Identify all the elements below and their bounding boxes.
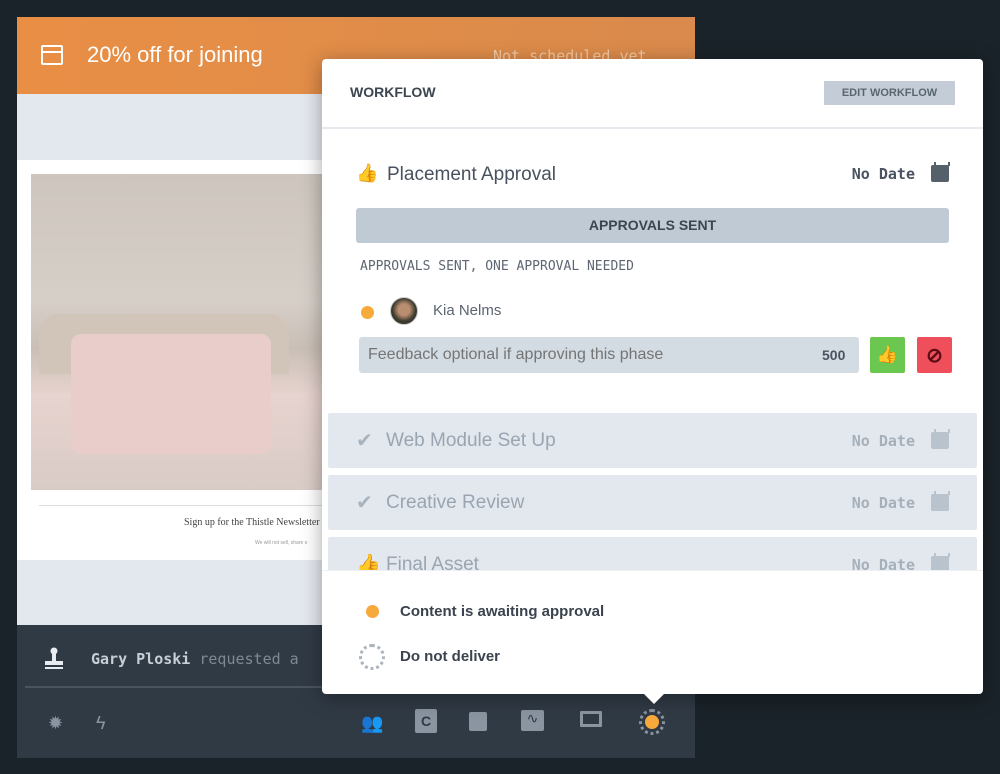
bedroom-photo bbox=[31, 174, 331, 490]
calendar-icon[interactable] bbox=[931, 429, 950, 449]
stage-row[interactable]: ✔ Creative Review No Date bbox=[328, 475, 977, 530]
stage-date: No Date bbox=[851, 556, 915, 570]
approval-status-detail: APPROVALS SENT, ONE APPROVAL NEEDED bbox=[360, 259, 634, 274]
bed bbox=[71, 334, 271, 454]
edit-workflow-button[interactable]: EDIT WORKFLOW bbox=[824, 81, 955, 105]
approvals-sent-bar: APPROVALS SENT bbox=[356, 208, 949, 243]
stamp-icon bbox=[45, 647, 63, 669]
activity-text: Gary Ploski requested a bbox=[91, 650, 299, 668]
calendar-icon[interactable] bbox=[931, 553, 950, 570]
orange-dot-icon bbox=[366, 605, 379, 618]
feedback-input[interactable] bbox=[359, 337, 859, 373]
monitor-icon[interactable] bbox=[580, 711, 602, 727]
char-count: 500 bbox=[822, 347, 846, 363]
calendar-icon[interactable] bbox=[931, 162, 950, 182]
stage-name: Creative Review bbox=[386, 492, 525, 513]
avatar bbox=[390, 297, 418, 325]
stage-name: Final Asset bbox=[386, 554, 479, 570]
stage-date: No Date bbox=[851, 165, 915, 183]
approver-name: Kia Nelms bbox=[433, 302, 502, 319]
thumbs-up-icon: 👍 bbox=[356, 163, 379, 183]
activity-chart-icon[interactable]: ∿ bbox=[521, 710, 544, 731]
block-icon: ⊘ bbox=[926, 344, 943, 367]
calendar-icon[interactable] bbox=[931, 491, 950, 511]
newsletter-text: Sign up for the Thistle Newsletter bbox=[184, 517, 320, 528]
stage-row[interactable]: 👍 Final Asset No Date bbox=[328, 537, 977, 570]
legend-awaiting: Content is awaiting approval bbox=[400, 603, 605, 620]
thumbs-up-icon: 👍 bbox=[876, 345, 899, 364]
note-icon[interactable] bbox=[469, 712, 487, 731]
gear-icon[interactable]: ✹ bbox=[48, 713, 63, 734]
divider bbox=[39, 505, 339, 506]
stage-row[interactable]: ✔ Web Module Set Up No Date bbox=[328, 413, 977, 468]
workflow-status-icon[interactable] bbox=[639, 709, 665, 735]
campaign-title: 20% off for joining bbox=[87, 42, 263, 67]
activity-user: Gary Ploski bbox=[91, 650, 191, 668]
stage-date: No Date bbox=[851, 432, 915, 450]
approve-button[interactable]: 👍 bbox=[870, 337, 905, 373]
thumbs-up-icon: 👍 bbox=[356, 554, 381, 570]
workflow-popover: WORKFLOW EDIT WORKFLOW 👍 Placement Appro… bbox=[322, 59, 983, 704]
pending-status-dot bbox=[361, 306, 374, 319]
check-icon: ✔ bbox=[356, 430, 373, 452]
check-icon: ✔ bbox=[356, 492, 373, 514]
reject-button[interactable]: ⊘ bbox=[917, 337, 952, 373]
status-legend: Content is awaiting approval Do not deli… bbox=[322, 570, 983, 694]
fine-print: We will not sell, share o bbox=[255, 540, 308, 546]
workflow-title: WORKFLOW bbox=[350, 84, 436, 100]
team-icon[interactable]: 👥 bbox=[361, 713, 383, 734]
dotted-ring-icon bbox=[359, 644, 385, 670]
legend-do-not-deliver: Do not deliver bbox=[400, 648, 501, 665]
activity-action: requested a bbox=[199, 650, 299, 668]
stage-date: No Date bbox=[851, 494, 915, 512]
stage-title: Placement Approval bbox=[387, 164, 556, 185]
c-icon[interactable]: C bbox=[415, 709, 437, 733]
stage-list[interactable]: ✔ Web Module Set Up No Date ✔ Creative Revi… bbox=[328, 413, 977, 570]
workflow-header: WORKFLOW EDIT WORKFLOW bbox=[322, 59, 983, 129]
lightning-icon[interactable]: ϟ bbox=[96, 713, 106, 734]
browser-window-icon bbox=[41, 45, 63, 65]
stage-name: Web Module Set Up bbox=[386, 430, 556, 451]
